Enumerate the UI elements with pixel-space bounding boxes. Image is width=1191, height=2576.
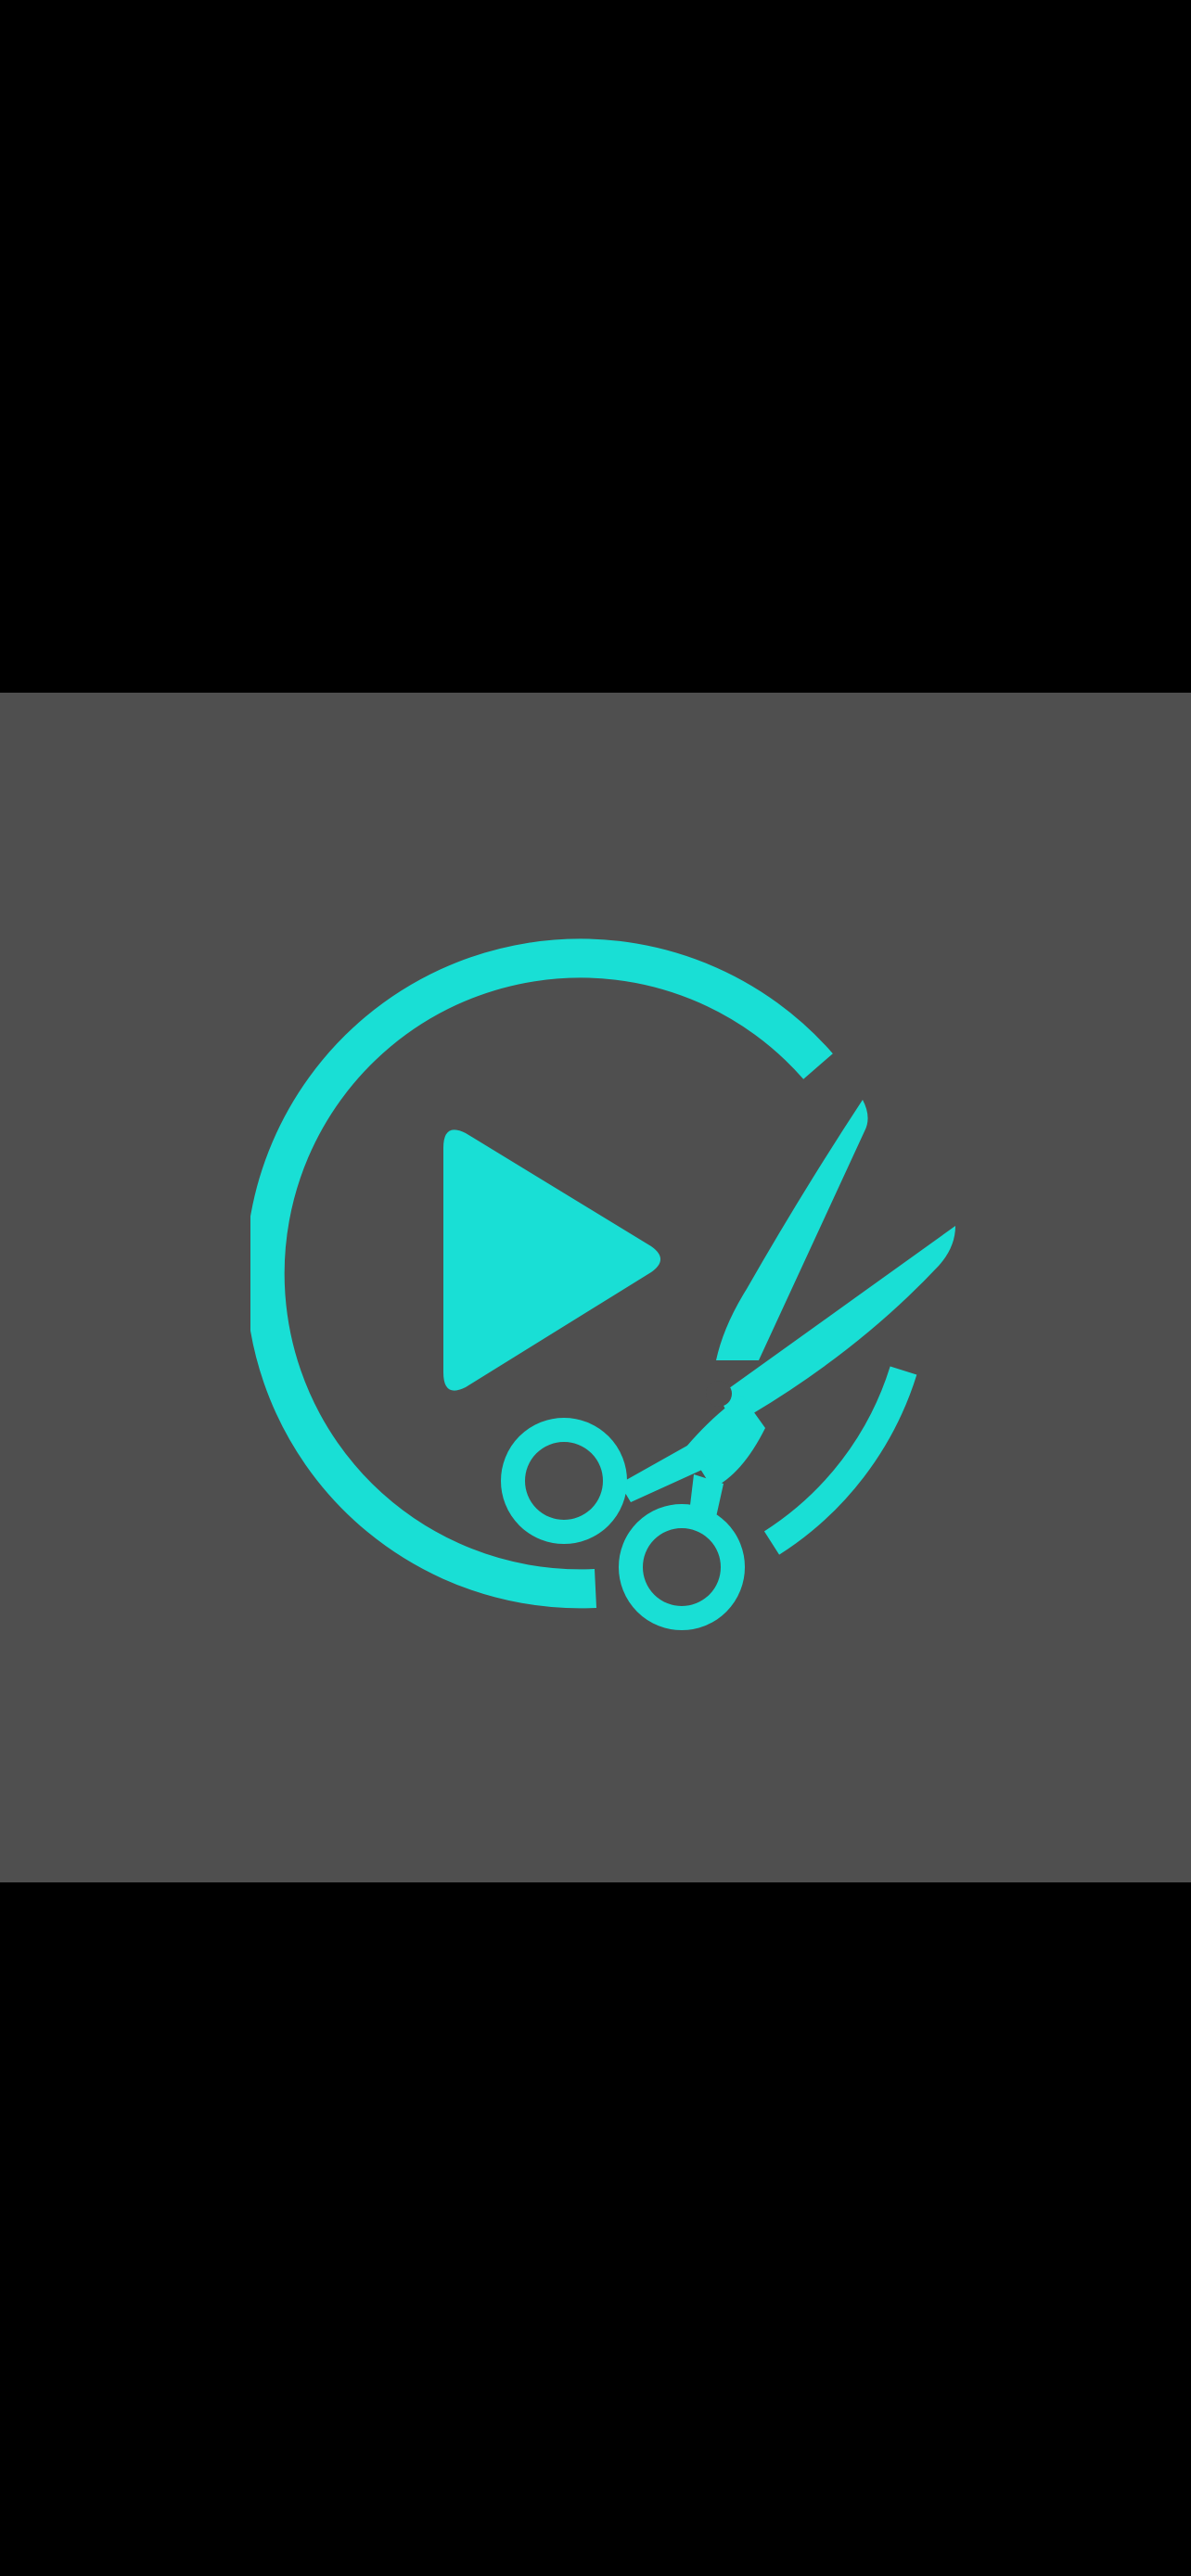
circle-arc-segment-icon [763,1366,917,1555]
play-triangle-icon [443,1129,660,1391]
scissors-icon [501,1100,955,1630]
splash-screen [0,0,1191,2576]
video-cut-logo-icon [250,927,965,1641]
